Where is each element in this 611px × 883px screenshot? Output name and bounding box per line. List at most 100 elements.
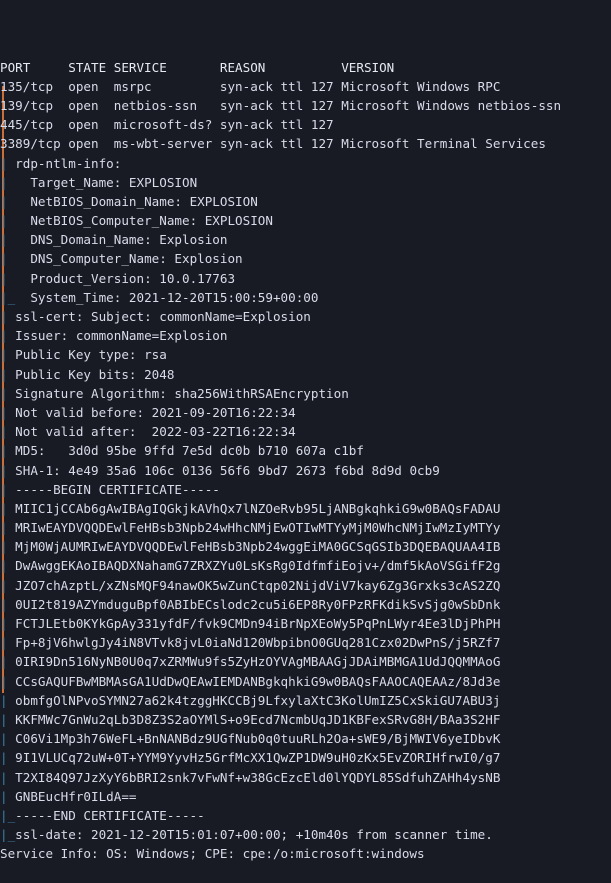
- terminal-line-text: MRIwEAYDVQQDEwlFeHBsb3Npb24wHhcNMjEwOTIw…: [7, 520, 501, 536]
- terminal-line-text: -----BEGIN CERTIFICATE-----: [7, 481, 220, 497]
- terminal-line: 445/tcp open microsoft-ds? syn-ack ttl 1…: [0, 115, 611, 134]
- terminal-line: | MjM0WjAUMRIwEAYDVQQDEwlFeHBsb3Npb24wgg…: [0, 537, 611, 556]
- continuation-pipe: |_: [0, 807, 16, 823]
- terminal-line-text: 0UI2t819AZYmduguBpf0ABIbECslodc2cu5i6EP8…: [7, 596, 501, 612]
- terminal-line-text: NetBIOS_Domain_Name: EXPLOSION: [7, 193, 258, 209]
- continuation-pipe: |: [0, 155, 8, 171]
- terminal-line: | DwAwggEKAoIBAQDXNahamG7ZRXZYu0LsKsRg0I…: [0, 556, 611, 575]
- terminal-line-text: DwAwggEKAoIBAQDXNahamG7ZRXZYu0LsKsRg0Idf…: [7, 558, 501, 574]
- terminal-line-text: C06Vi1Mp3h76WeFL+BnNANBdz9UGfNub0q0tuuRL…: [7, 731, 501, 747]
- continuation-pipe: |_: [0, 827, 16, 843]
- terminal-line-text: T2XI84Q97JzXyY6bBRI2snk7vFwNf+w38GcEzcEl…: [7, 769, 501, 785]
- terminal-line: | MD5: 3d0d 95be 9ffd 7e5d dc0b b710 607…: [0, 441, 611, 460]
- terminal-lines: PORT STATE SERVICE REASON VERSION 135/tcp…: [0, 58, 611, 864]
- terminal-line-text: 3389/tcp open ms-wbt-server syn-ack ttl …: [0, 136, 546, 152]
- terminal-line-text: obmfgOlNPvoSYMN27a62k4tzggHKCCBj9LfxylaX…: [7, 692, 501, 708]
- terminal-line: | Signature Algorithm: sha256WithRSAEncr…: [0, 384, 611, 403]
- terminal-line-text: Not valid before: 2021-09-20T16:22:34: [7, 404, 296, 420]
- continuation-pipe: |: [0, 174, 8, 190]
- terminal-line: |_ssl-date: 2021-12-20T15:01:07+00:00; +…: [0, 825, 611, 844]
- terminal-line-text: JZO7chAzptL/xZNsMQF94nawOK5wZunCtqp02Nij…: [7, 577, 501, 593]
- terminal-line: | obmfgOlNPvoSYMN27a62k4tzggHKCCBj9Lfxyl…: [0, 691, 611, 710]
- terminal-line-text: Public Key type: rsa: [7, 347, 167, 363]
- continuation-pipe: |: [0, 213, 8, 229]
- continuation-pipe: |: [0, 366, 8, 382]
- terminal-line-text: Service Info: OS: Windows; CPE: cpe:/o:m…: [0, 846, 425, 862]
- terminal-line: |_-----END CERTIFICATE-----: [0, 806, 611, 825]
- terminal-line-text: -----END CERTIFICATE-----: [15, 807, 205, 823]
- terminal-line-text: KKFMWc7GnWu2qLb3D8Z3S2aOYMlS+o9Ecd7NcmbU…: [7, 711, 501, 727]
- continuation-pipe: |: [0, 500, 8, 516]
- continuation-pipe: |: [0, 539, 8, 555]
- terminal-line-text: 139/tcp open netbios-ssn syn-ack ttl 127…: [0, 97, 562, 113]
- terminal-line: | Public Key bits: 2048: [0, 365, 611, 384]
- terminal-line: | Not valid before: 2021-09-20T16:22:34: [0, 403, 611, 422]
- terminal-line: | -----BEGIN CERTIFICATE-----: [0, 480, 611, 499]
- terminal-line: |_ System_Time: 2021-12-20T15:00:59+00:0…: [0, 288, 611, 307]
- continuation-pipe: |: [0, 673, 8, 689]
- continuation-pipe: |: [0, 711, 8, 727]
- terminal-line: | Public Key type: rsa: [0, 345, 611, 364]
- continuation-pipe: |: [0, 692, 8, 708]
- terminal-line-text: ssl-cert: Subject: commonName=Explosion: [7, 309, 311, 325]
- terminal-line-text: 0IRI9Dn516NyNB0U0q7xZRMWu9fs5ZyHzOYVAgMB…: [7, 654, 501, 670]
- terminal-line-text: Fp+8jV6hwlgJy4iN8VTvk8jvL0iaNd120WbpibnO…: [7, 635, 501, 651]
- terminal-line: | rdp-ntlm-info:: [0, 154, 611, 173]
- terminal-line-text: Signature Algorithm: sha256WithRSAEncryp…: [7, 385, 349, 401]
- continuation-pipe: |: [0, 309, 8, 325]
- terminal-line: | MIIC1jCCAb6gAwIBAgIQGkjkAVhQx7lNZOeRvb…: [0, 499, 611, 518]
- terminal-line-text: FCTJLEtb0KYkGpAy331yfdF/fvk9CMDn94iBrNpX…: [7, 616, 501, 632]
- terminal-line: | 0IRI9Dn516NyNB0U0q7xZRMWu9fs5ZyHzOYVAg…: [0, 652, 611, 671]
- continuation-pipe: |: [0, 328, 8, 344]
- terminal-line: | DNS_Domain_Name: Explosion: [0, 230, 611, 249]
- terminal-line-text: 445/tcp open microsoft-ds? syn-ack ttl 1…: [0, 117, 334, 133]
- continuation-pipe: |: [0, 481, 8, 497]
- terminal-line: | MRIwEAYDVQQDEwlFeHBsb3Npb24wHhcNMjEwOT…: [0, 518, 611, 537]
- terminal-line-text: GNBEucHfr0ILdA==: [7, 788, 137, 804]
- terminal-line-text: CCsGAQUFBwMBMAsGA1UdDwQEAwIEMDANBgkqhkiG…: [7, 673, 501, 689]
- terminal-line-text: 9I1VLUCq72uW+0T+YYM9YyvHz5GrfMcXX1QwZP1D…: [7, 750, 501, 766]
- terminal-line: | Not valid after: 2022-03-22T16:22:34: [0, 422, 611, 441]
- terminal-line-text: ssl-date: 2021-12-20T15:01:07+00:00; +10…: [15, 827, 493, 843]
- continuation-pipe: |: [0, 443, 8, 459]
- continuation-pipe: |: [0, 520, 8, 536]
- terminal-line-text: MD5: 3d0d 95be 9ffd 7e5d dc0b b710 607a …: [7, 443, 364, 459]
- terminal-line-text: 135/tcp open msrpc syn-ack ttl 127 Micro…: [0, 78, 501, 94]
- terminal-line-text: Issuer: commonName=Explosion: [7, 328, 228, 344]
- terminal-line-text: MIIC1jCCAb6gAwIBAgIQGkjkAVhQx7lNZOeRvb95…: [7, 500, 501, 516]
- terminal-line: | Target_Name: EXPLOSION: [0, 173, 611, 192]
- terminal-line: | ssl-cert: Subject: commonName=Explosio…: [0, 307, 611, 326]
- continuation-pipe: |: [0, 404, 8, 420]
- continuation-pipe: |: [0, 769, 8, 785]
- terminal-line: | Product_Version: 10.0.17763: [0, 269, 611, 288]
- terminal-line-text: SHA-1: 4e49 35a6 106c 0136 56f6 9bd7 267…: [7, 462, 440, 478]
- terminal-line: 135/tcp open msrpc syn-ack ttl 127 Micro…: [0, 77, 611, 96]
- terminal-line: | JZO7chAzptL/xZNsMQF94nawOK5wZunCtqp02N…: [0, 576, 611, 595]
- terminal-line: | GNBEucHfr0ILdA==: [0, 787, 611, 806]
- terminal-line: | NetBIOS_Domain_Name: EXPLOSION: [0, 192, 611, 211]
- continuation-pipe: |: [0, 193, 8, 209]
- terminal-line: Service Info: OS: Windows; CPE: cpe:/o:m…: [0, 844, 611, 863]
- terminal-line: 139/tcp open netbios-ssn syn-ack ttl 127…: [0, 96, 611, 115]
- terminal-output[interactable]: PORT STATE SERVICE REASON VERSION 135/tcp…: [0, 0, 611, 861]
- terminal-line-text: PORT STATE SERVICE REASON VERSION: [0, 59, 395, 75]
- terminal-line: | CCsGAQUFBwMBMAsGA1UdDwQEAwIEMDANBgkqhk…: [0, 672, 611, 691]
- continuation-pipe: |: [0, 731, 8, 747]
- continuation-pipe: |: [0, 635, 8, 651]
- terminal-line: | 0UI2t819AZYmduguBpf0ABIbECslodc2cu5i6E…: [0, 595, 611, 614]
- terminal-line-text: Public Key bits: 2048: [7, 366, 175, 382]
- continuation-pipe: |: [0, 788, 8, 804]
- terminal-line-text: NetBIOS_Computer_Name: EXPLOSION: [7, 213, 273, 229]
- continuation-pipe: |: [0, 385, 8, 401]
- terminal-line-text: DNS_Domain_Name: Explosion: [7, 232, 228, 248]
- continuation-pipe: |: [0, 616, 8, 632]
- terminal-line: | NetBIOS_Computer_Name: EXPLOSION: [0, 211, 611, 230]
- continuation-pipe: |: [0, 558, 8, 574]
- terminal-line: | FCTJLEtb0KYkGpAy331yfdF/fvk9CMDn94iBrN…: [0, 614, 611, 633]
- terminal-line: 3389/tcp open ms-wbt-server syn-ack ttl …: [0, 134, 611, 153]
- continuation-pipe: |_: [0, 289, 16, 305]
- continuation-pipe: |: [0, 251, 8, 267]
- terminal-line-text: System_Time: 2021-12-20T15:00:59+00:00: [15, 289, 319, 305]
- terminal-line: | SHA-1: 4e49 35a6 106c 0136 56f6 9bd7 2…: [0, 461, 611, 480]
- terminal-line: PORT STATE SERVICE REASON VERSION: [0, 58, 611, 77]
